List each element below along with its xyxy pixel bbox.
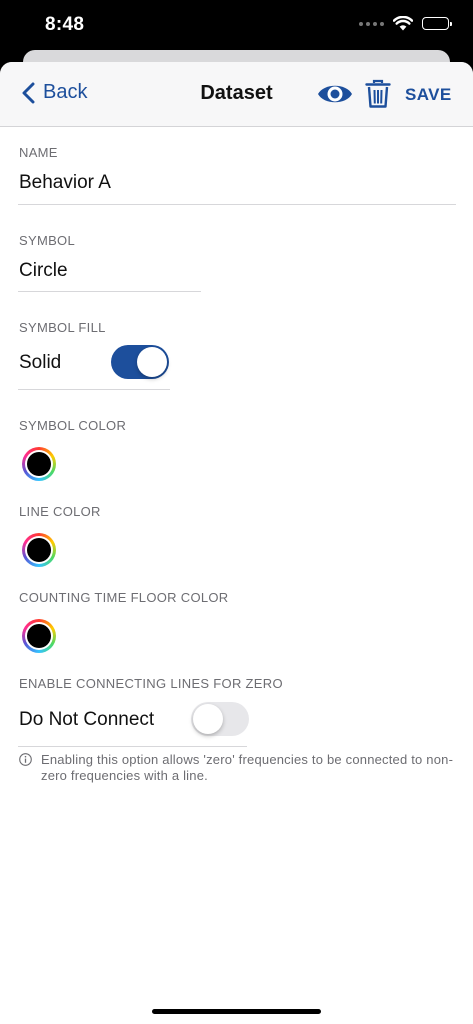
back-button[interactable]: Back [22,81,87,104]
chevron-left-icon [22,82,35,103]
toggle-knob [193,704,223,734]
navigation-bar: Back Dataset SAVE [0,62,473,127]
toggle-knob [137,347,167,377]
back-label: Back [43,81,88,103]
status-icons [359,16,452,31]
connect-zero-help-text: Enabling this option allows 'zero' frequ… [41,752,454,783]
symbol-color-swatch[interactable] [22,447,56,481]
name-underline [18,204,456,205]
connect-zero-toggle[interactable] [191,702,249,736]
battery-icon [422,17,452,30]
wifi-icon [393,16,413,31]
home-indicator[interactable] [152,1009,321,1014]
symbol-label: SYMBOL [19,233,75,248]
connect-zero-help: Enabling this option allows 'zero' frequ… [19,752,459,784]
name-label: NAME [19,145,58,160]
status-time: 8:48 [45,14,85,35]
eye-icon[interactable] [317,80,353,108]
info-icon [19,753,32,766]
status-bar: 8:48 [0,0,473,50]
symbol-fill-underline [18,389,170,390]
counting-time-floor-color-label: COUNTING TIME FLOOR COLOR [19,590,229,605]
dataset-sheet: Back Dataset SAVE NAME Behavior A SYMBOL… [0,62,473,1024]
connect-zero-label: ENABLE CONNECTING LINES FOR ZERO [19,676,283,691]
symbol-fill-toggle[interactable] [111,345,169,379]
name-field[interactable]: Behavior A [19,172,111,194]
signal-icon [359,21,384,26]
line-color-label: LINE COLOR [19,504,101,519]
line-color-swatch[interactable] [22,533,56,567]
symbol-color-label: SYMBOL COLOR [19,418,127,433]
symbol-fill-label: SYMBOL FILL [19,320,106,335]
save-button[interactable]: SAVE [405,85,452,105]
trash-icon[interactable] [365,79,391,109]
connect-zero-value: Do Not Connect [19,709,155,730]
symbol-select[interactable]: Circle [19,260,68,282]
counting-time-floor-color-swatch[interactable] [22,619,56,653]
symbol-underline [18,291,201,292]
connect-zero-underline [18,746,247,747]
symbol-fill-value: Solid [19,352,62,373]
